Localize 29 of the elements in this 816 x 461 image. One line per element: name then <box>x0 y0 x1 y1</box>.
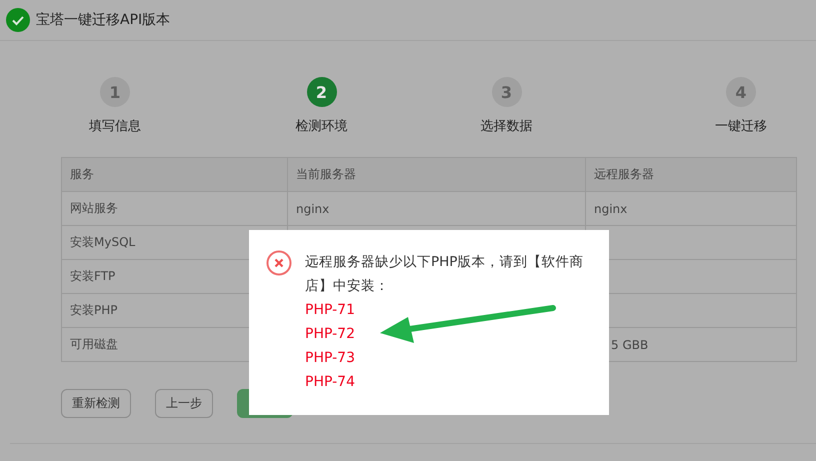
php-version: PHP-73 <box>305 349 355 368</box>
php-version: PHP-74 <box>305 373 355 392</box>
table-cell: 安装PHP <box>70 303 118 317</box>
table-cell: 安装MySQL <box>70 235 136 249</box>
step-number: 4 <box>726 77 756 107</box>
window-title: 宝塔一键迁移API版本 <box>36 11 170 29</box>
step-number: 1 <box>100 77 130 107</box>
error-icon <box>266 250 292 276</box>
step-label: 检测环境 <box>296 118 348 135</box>
error-message: 远程服务器缺少以下PHP版本，请到【软件商店】中安装： <box>305 253 584 296</box>
table-cell: nginx <box>296 202 330 216</box>
button[interactable]: 重新检测 <box>61 389 131 418</box>
column-header: 当前服务器 <box>296 167 356 181</box>
table-cell: 网站服务 <box>70 201 118 215</box>
button[interactable]: 上一步 <box>155 389 213 418</box>
column-header: 远程服务器 <box>594 167 654 181</box>
php-version: PHP-71 <box>305 301 355 320</box>
table-cell: nginx <box>594 202 628 216</box>
table-cell: 5 GBB <box>611 338 648 352</box>
table-cell: 可用磁盘 <box>70 337 118 351</box>
check-icon <box>6 8 30 32</box>
step-number: 3 <box>492 77 522 107</box>
step-label: 选择数据 <box>480 118 532 135</box>
column-header: 服务 <box>70 167 94 181</box>
step-label: 填写信息 <box>89 118 141 135</box>
table-cell: 安装FTP <box>70 269 116 283</box>
step-label: 一键迁移 <box>715 118 767 135</box>
php-version: PHP-72 <box>305 325 355 344</box>
step-number: 2 <box>306 77 336 107</box>
